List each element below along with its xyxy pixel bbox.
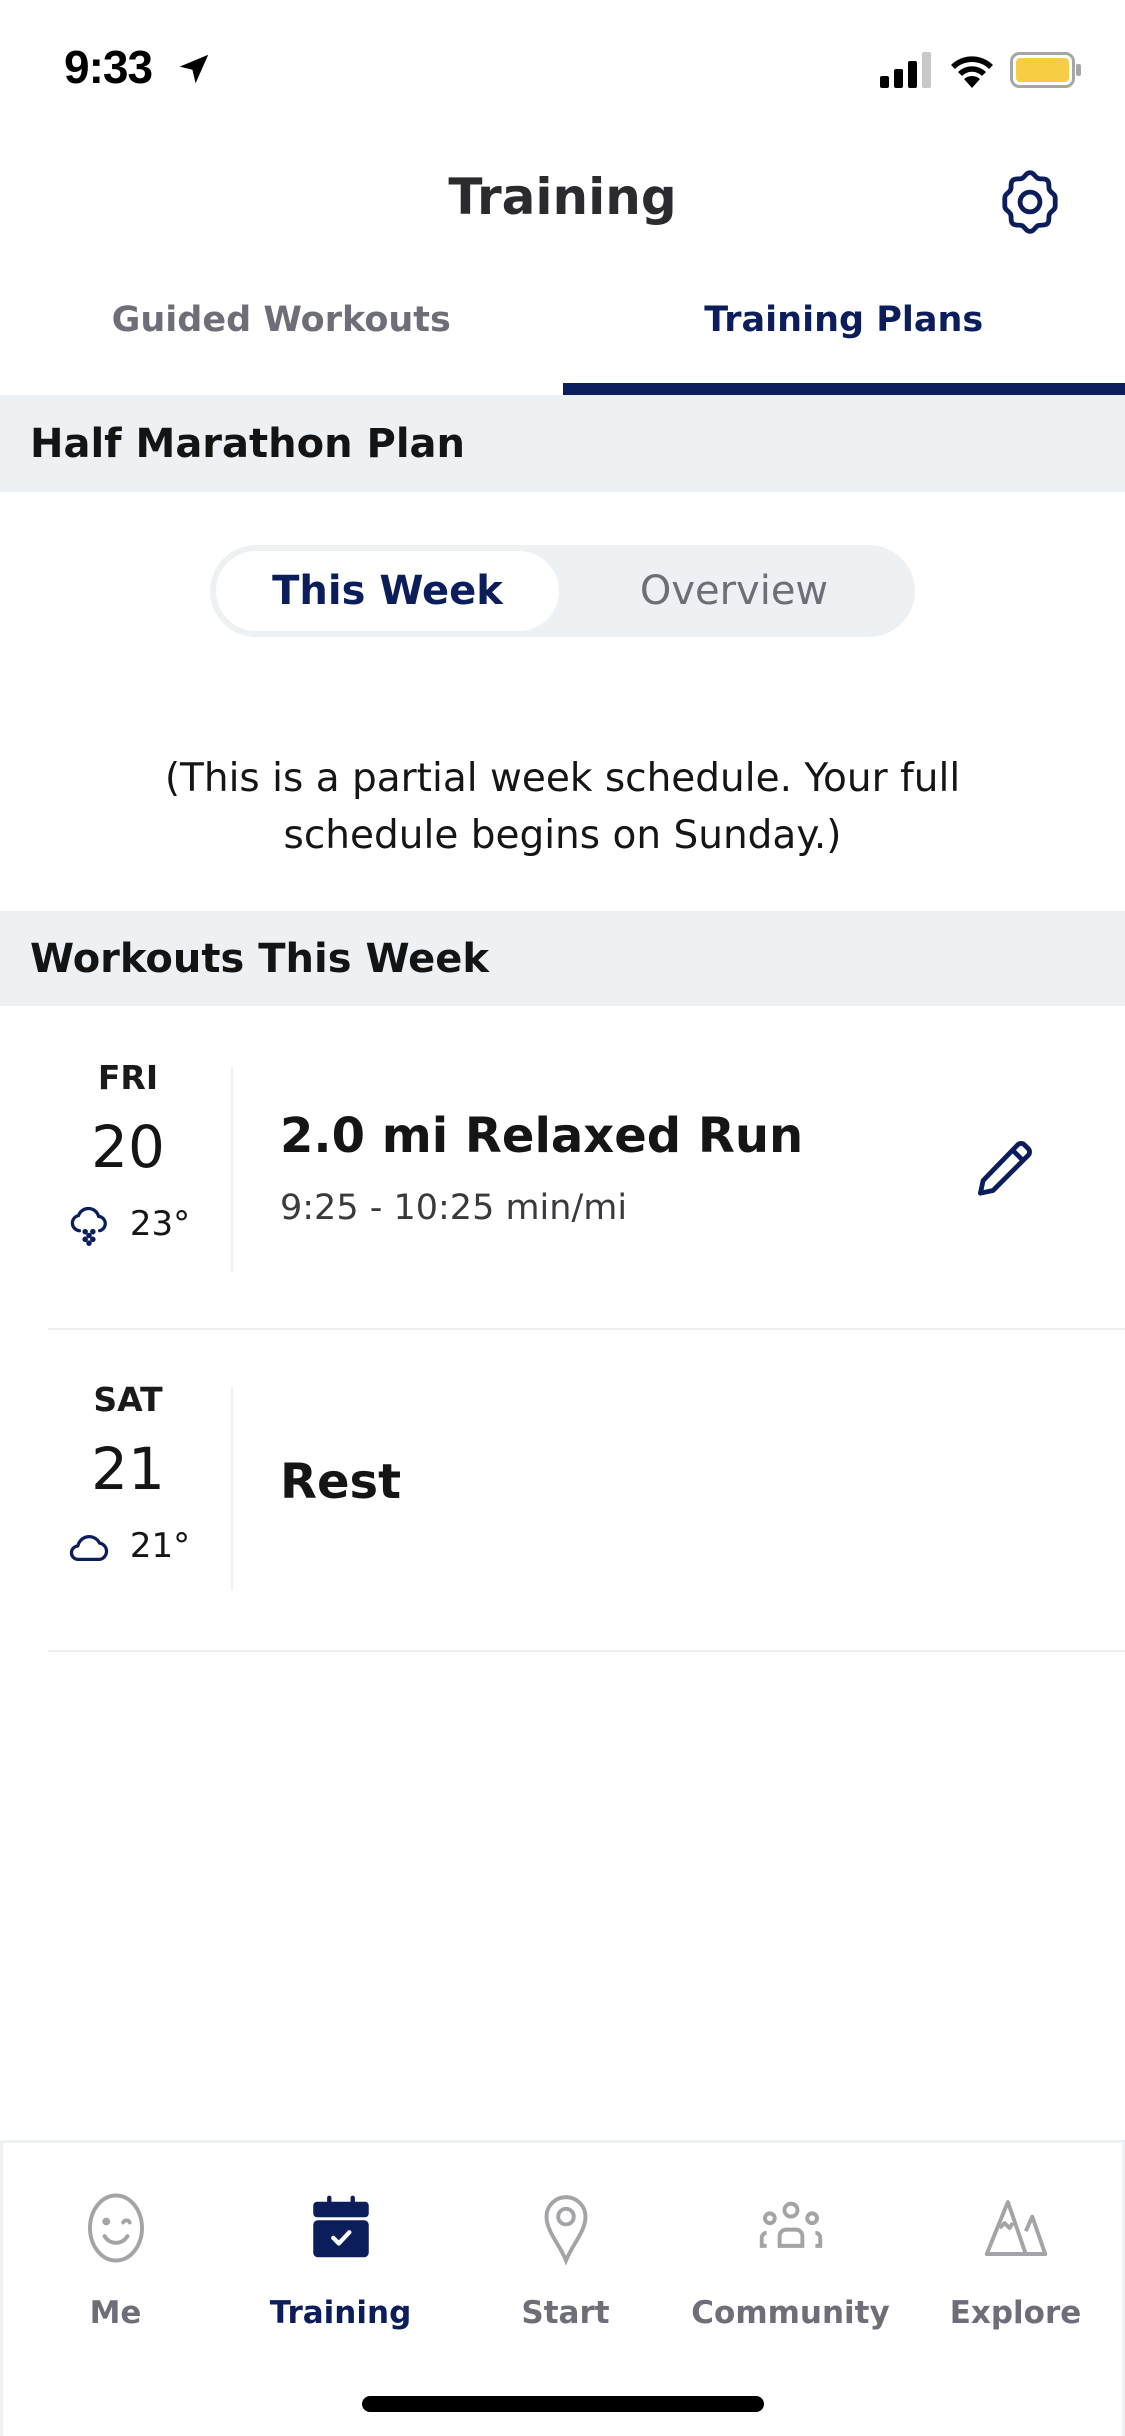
nav-label: Me <box>89 2295 142 2331</box>
top-tabs: Guided Workouts Training Plans <box>0 280 1125 395</box>
bottom-tab-bar: Me Training Start Community Explore <box>0 2140 1125 2436</box>
weather-forecast: 21° <box>48 1523 208 1569</box>
nav-me[interactable]: Me <box>3 2183 228 2331</box>
battery-icon <box>1010 52 1081 88</box>
temperature: 23° <box>129 1204 191 1244</box>
nav-label: Start <box>521 2295 610 2331</box>
cellular-signal-icon <box>880 52 931 88</box>
workouts-section-title: Workouts This Week <box>0 911 1125 1006</box>
settings-button[interactable] <box>990 162 1070 242</box>
workout-title: 2.0 mi Relaxed Run <box>280 1108 804 1164</box>
note-line-2: schedule begins on Sunday.) <box>283 813 842 858</box>
nav-label: Training <box>269 2295 412 2331</box>
edit-workout-button[interactable] <box>960 1126 1050 1216</box>
wifi-icon <box>951 56 993 88</box>
nav-label: Explore <box>949 2295 1082 2331</box>
map-pin-icon <box>544 2195 587 2266</box>
row-divider <box>231 1068 233 1272</box>
day-name: SAT <box>93 1380 163 1419</box>
day-column: SAT 21 21° <box>48 1380 208 1569</box>
day-date: 20 <box>91 1113 165 1181</box>
mountain-icon <box>984 2200 1047 2256</box>
location-arrow-icon <box>179 54 209 84</box>
people-group-icon <box>759 2201 822 2248</box>
calendar-check-icon <box>312 2195 369 2258</box>
workout-row[interactable]: FRI 20 23° 2.0 mi Relaxed Run 9:25 - 10:… <box>0 1006 1125 1330</box>
partial-week-note: (This is a partial week schedule. Your f… <box>120 750 1005 864</box>
page-title: Training <box>448 168 677 226</box>
row-separator <box>48 1650 1125 1652</box>
status-bar: 9:33 <box>0 0 1125 140</box>
gear-icon <box>1002 170 1058 234</box>
segment-overview[interactable]: Overview <box>559 551 909 631</box>
nav-explore[interactable]: Explore <box>903 2183 1125 2331</box>
row-divider <box>231 1388 233 1590</box>
note-line-1: (This is a partial week schedule. Your f… <box>164 756 961 801</box>
cloud-icon <box>69 1535 109 1562</box>
nav-label: Community <box>691 2295 890 2331</box>
workout-title: Rest <box>280 1454 402 1510</box>
nav-training[interactable]: Training <box>228 2183 453 2331</box>
plan-title: Half Marathon Plan <box>0 395 1125 492</box>
tab-guided-workouts[interactable]: Guided Workouts <box>0 280 563 395</box>
workout-pace: 9:25 - 10:25 min/mi <box>280 1188 628 1228</box>
day-name: FRI <box>97 1058 159 1097</box>
day-date: 21 <box>91 1435 165 1503</box>
view-segmented-control: This Week Overview <box>210 545 915 637</box>
temperature: 21° <box>129 1526 191 1566</box>
weather-forecast: 23° <box>48 1201 208 1247</box>
workout-row[interactable]: SAT 21 21° Rest <box>0 1330 1125 1652</box>
segment-this-week[interactable]: This Week <box>216 551 559 631</box>
smiley-wink-icon <box>87 2193 144 2263</box>
status-time: 9:33 <box>64 41 153 93</box>
nav-community[interactable]: Community <box>678 2183 903 2331</box>
nav-start[interactable]: Start <box>453 2183 678 2331</box>
day-column: FRI 20 23° <box>48 1058 208 1247</box>
tab-training-plans[interactable]: Training Plans <box>562 280 1125 395</box>
pencil-icon <box>978 1141 1032 1196</box>
home-indicator[interactable] <box>362 2396 764 2412</box>
cloud-snow-icon <box>70 1206 107 1246</box>
